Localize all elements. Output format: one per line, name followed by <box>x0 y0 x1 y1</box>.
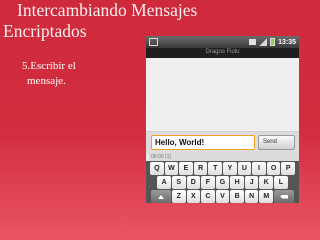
slide-title-line-1: Intercambiando Mensajes <box>17 0 198 20</box>
key-u[interactable]: U <box>237 162 252 175</box>
key-n[interactable]: N <box>244 190 259 203</box>
key-o[interactable]: O <box>266 162 281 175</box>
phone-screenshot: 13:35 Dragos Fiolu Hello, World! Send 00… <box>146 36 299 203</box>
status-time: 13:35 <box>278 38 296 46</box>
message-input[interactable]: Hello, World! <box>151 135 255 150</box>
signal-icon <box>259 38 268 46</box>
app-title: Dragos Fiolu <box>205 49 240 55</box>
bullet-text: 5.Escribir el mensaje. <box>22 59 142 89</box>
message-list[interactable] <box>146 58 299 132</box>
key-i[interactable]: I <box>252 162 266 175</box>
backspace-icon <box>280 194 289 199</box>
key-x[interactable]: X <box>186 190 201 203</box>
key-z[interactable]: Z <box>171 190 186 203</box>
keyboard-row-3: Z X C V B N M <box>148 190 297 203</box>
key-w[interactable]: W <box>164 162 179 175</box>
key-m[interactable]: M <box>259 190 274 203</box>
key-d[interactable]: D <box>186 176 201 189</box>
keyboard-row-2: A S D F G H J K L <box>148 176 297 189</box>
bullet-line-1: 5.Escribir el <box>22 60 76 72</box>
key-y[interactable]: Y <box>223 162 237 175</box>
send-button[interactable]: Send <box>258 135 295 150</box>
bullet-line-2: mensaje. <box>27 75 66 87</box>
status-bar: 13:35 <box>146 36 299 48</box>
key-q[interactable]: Q <box>150 162 164 175</box>
key-b[interactable]: B <box>230 190 244 203</box>
character-counter: 00:00 (1) <box>149 154 299 161</box>
usb-icon <box>249 39 257 45</box>
key-a[interactable]: A <box>157 176 171 189</box>
key-f[interactable]: F <box>201 176 215 189</box>
battery-icon <box>270 38 276 46</box>
key-p[interactable]: P <box>281 162 295 175</box>
backspace-key[interactable] <box>274 190 295 203</box>
slide-title: Intercambiando Mensajes Encriptados <box>0 0 198 42</box>
key-h[interactable]: H <box>230 176 244 189</box>
key-l[interactable]: L <box>274 176 288 189</box>
key-r[interactable]: R <box>193 162 208 175</box>
shift-key[interactable] <box>150 190 171 203</box>
shift-icon <box>157 194 164 199</box>
key-c[interactable]: C <box>201 190 215 203</box>
key-g[interactable]: G <box>215 176 230 189</box>
key-v[interactable]: V <box>215 190 230 203</box>
soft-keyboard: Q W E R T Y U I O P A S D F G H J K L Z … <box>146 161 299 203</box>
app-title-bar: Dragos Fiolu <box>146 48 299 58</box>
key-j[interactable]: J <box>244 176 259 189</box>
key-s[interactable]: S <box>171 176 186 189</box>
key-e[interactable]: E <box>179 162 193 175</box>
notification-icon <box>149 38 158 46</box>
keyboard-row-1: Q W E R T Y U I O P <box>148 162 297 175</box>
key-k[interactable]: K <box>259 176 274 189</box>
status-indicators: 13:35 <box>249 36 296 48</box>
slide-title-line-2: Encriptados <box>3 21 87 41</box>
key-t[interactable]: T <box>208 162 222 175</box>
compose-bar: Hello, World! Send <box>146 132 299 154</box>
